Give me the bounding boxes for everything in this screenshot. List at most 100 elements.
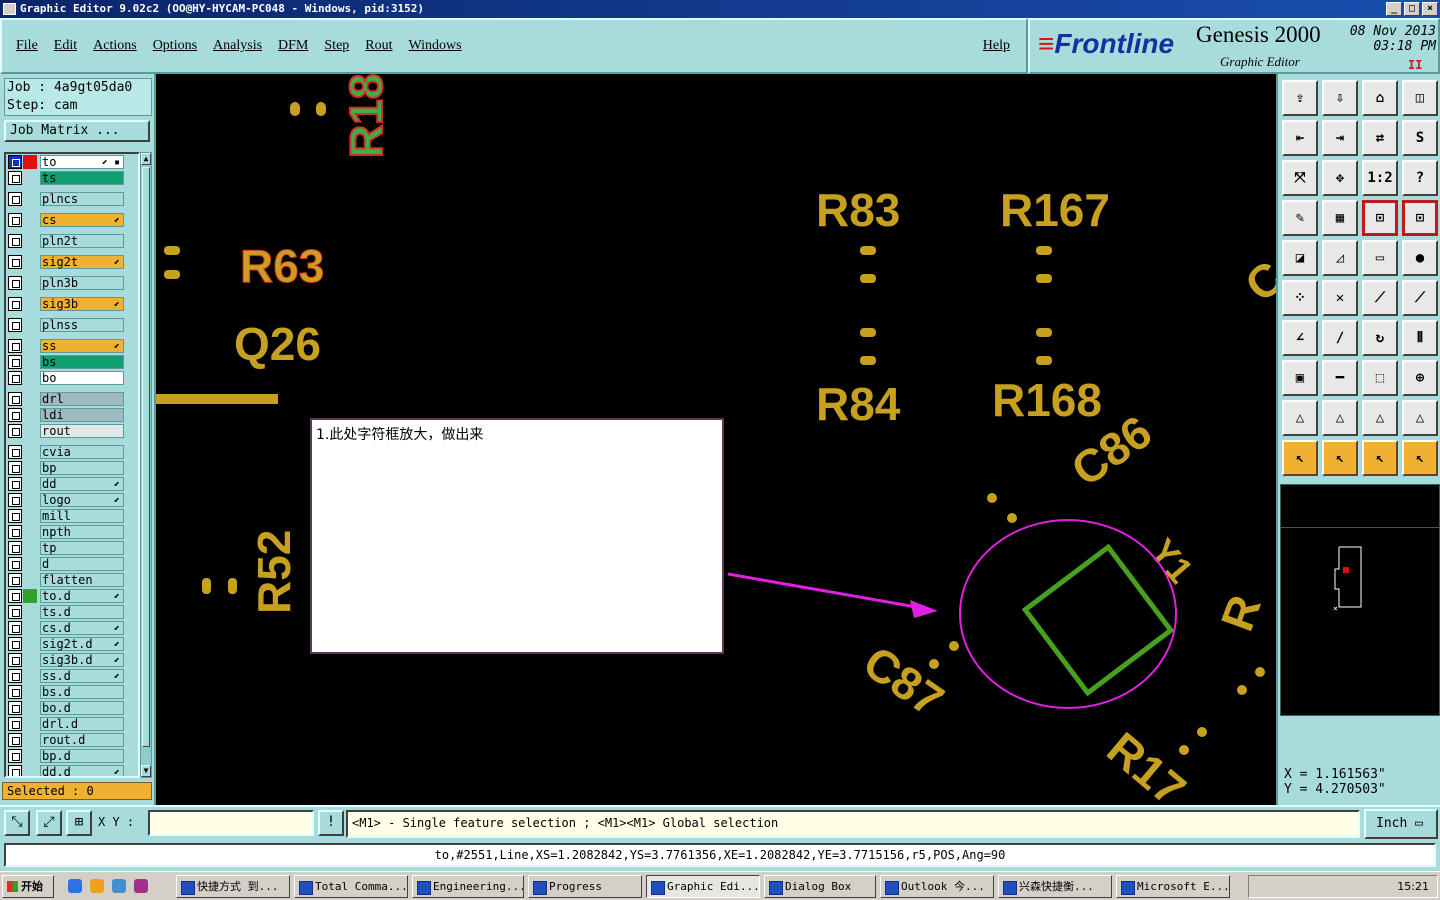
layer-row[interactable]: rout.d — [6, 732, 138, 748]
layer-name[interactable]: pln3b — [40, 276, 124, 290]
layer-toggle[interactable] — [8, 318, 22, 332]
select4-icon[interactable]: ↖ — [1402, 440, 1438, 476]
layer-name[interactable]: npth — [40, 525, 124, 539]
layer-toggle[interactable] — [8, 192, 22, 206]
layer-name[interactable]: rout.d — [40, 733, 124, 747]
layer-color-chip[interactable] — [23, 213, 37, 227]
layer-row[interactable]: bo.d — [6, 700, 138, 716]
taskbar-item[interactable]: 快捷方式 到... — [176, 875, 290, 898]
layer-toggle[interactable] — [8, 509, 22, 523]
layer-color-chip[interactable] — [23, 557, 37, 571]
unit-selector[interactable]: Inch ▭ — [1364, 809, 1438, 839]
layer-name[interactable]: sig2t ⬋ — [40, 255, 124, 269]
layer-toggle[interactable] — [8, 339, 22, 353]
layer-toggle[interactable] — [8, 255, 22, 269]
layer-row[interactable]: ts — [6, 170, 138, 186]
layer-row[interactable]: ldi — [6, 407, 138, 423]
layer-toggle[interactable] — [8, 685, 22, 699]
layer-row[interactable]: ts.d — [6, 604, 138, 620]
menu-dfm[interactable]: DFM — [278, 38, 308, 54]
layer-color-chip[interactable] — [23, 525, 37, 539]
layer-color-chip[interactable] — [23, 509, 37, 523]
layer-color-chip[interactable] — [23, 701, 37, 715]
menu-file[interactable]: File — [16, 38, 38, 54]
slash-icon[interactable]: ∕ — [1322, 320, 1358, 356]
snap-icon[interactable]: ⊡ — [1362, 200, 1398, 236]
layer-row[interactable]: ss ⬋ — [6, 338, 138, 354]
layer-color-chip[interactable] — [23, 297, 37, 311]
measure-icon[interactable]: ⬚ — [1362, 360, 1398, 396]
layer-color-chip[interactable] — [23, 255, 37, 269]
layer-toggle[interactable] — [8, 525, 22, 539]
layer-color-chip[interactable] — [23, 192, 37, 206]
layer-name[interactable]: plncs — [40, 192, 124, 206]
job-matrix-button[interactable]: Job Matrix ... — [4, 120, 150, 142]
explorer-icon[interactable] — [112, 879, 126, 893]
menu-rout[interactable]: Rout — [365, 38, 392, 54]
layer-color-chip[interactable] — [23, 685, 37, 699]
layer-row[interactable]: npth — [6, 524, 138, 540]
layer-color-chip[interactable] — [23, 717, 37, 731]
import-icon[interactable]: ⇩ — [1322, 80, 1358, 116]
line-icon[interactable]: ◿ — [1322, 240, 1358, 276]
zoom-in-button[interactable]: ⤡ — [4, 810, 30, 836]
layer-row[interactable]: sig3b.d ⬋ — [6, 652, 138, 668]
layer-color-chip[interactable] — [23, 653, 37, 667]
arc-icon[interactable]: ⟋ — [1362, 280, 1398, 316]
layer-name[interactable]: ts — [40, 171, 124, 185]
layer-color-chip[interactable] — [23, 733, 37, 747]
layer-toggle[interactable] — [8, 701, 22, 715]
layer-color-chip[interactable] — [23, 589, 37, 603]
ratio-button[interactable]: 1:2 — [1362, 160, 1398, 196]
layer-name[interactable]: d — [40, 557, 124, 571]
layer-row[interactable]: bp.d — [6, 748, 138, 764]
help-icon[interactable]: ? — [1402, 160, 1438, 196]
layer-color-chip[interactable] — [23, 477, 37, 491]
layer-row[interactable]: sig3b ⬋ — [6, 296, 138, 312]
hook-icon[interactable]: ↻ — [1362, 320, 1398, 356]
layer-toggle[interactable] — [8, 408, 22, 422]
layer-toggle[interactable] — [8, 749, 22, 763]
layer-row[interactable]: bp — [6, 460, 138, 476]
layer-color-chip[interactable] — [23, 339, 37, 353]
select3-icon[interactable]: ↖ — [1362, 440, 1398, 476]
layer-name[interactable]: cs.d ⬋ — [40, 621, 124, 635]
layer-name[interactable]: ts.d — [40, 605, 124, 619]
menu-edit[interactable]: Edit — [54, 38, 77, 54]
layer-row[interactable]: logo ⬋ — [6, 492, 138, 508]
layer-toggle[interactable] — [8, 669, 22, 683]
layer-name[interactable]: sig3b.d ⬋ — [40, 653, 124, 667]
layer-row[interactable]: pln3b — [6, 275, 138, 291]
layer-toggle[interactable] — [8, 477, 22, 491]
layer-name[interactable]: plnss — [40, 318, 124, 332]
layer-color-chip[interactable] — [23, 318, 37, 332]
group-icon[interactable]: ⊕ — [1402, 360, 1438, 396]
snap2-icon[interactable]: ⊡ — [1402, 200, 1438, 236]
xy-input[interactable] — [148, 810, 314, 836]
menu-analysis[interactable]: Analysis — [213, 38, 262, 54]
layer-name[interactable]: drl — [40, 392, 124, 406]
layer-toggle[interactable] — [8, 573, 22, 587]
layer-row[interactable]: to ⬋ ▪ — [6, 154, 138, 170]
layer-row[interactable]: cs ⬋ — [6, 212, 138, 228]
layer-name[interactable]: ss.d ⬋ — [40, 669, 124, 683]
layer-color-chip[interactable] — [23, 445, 37, 459]
overview-map[interactable]: × — [1280, 484, 1440, 716]
taskbar-item[interactable]: Dialog Box — [764, 875, 876, 898]
layer-color-chip[interactable] — [23, 424, 37, 438]
layer-color-chip[interactable] — [23, 605, 37, 619]
layer-toggle[interactable] — [8, 276, 22, 290]
layer-row[interactable]: tp — [6, 540, 138, 556]
layer-row[interactable]: drl.d — [6, 716, 138, 732]
layer-color-chip[interactable] — [23, 493, 37, 507]
ruler-icon[interactable]: ▭ — [1362, 240, 1398, 276]
folder-icon[interactable] — [90, 879, 104, 893]
dot-icon[interactable]: ● — [1402, 240, 1438, 276]
layer-row[interactable]: dd ⬋ — [6, 476, 138, 492]
right-icon[interactable]: ⇥ — [1322, 120, 1358, 156]
tri4-icon[interactable]: △ — [1402, 400, 1438, 436]
layer-row[interactable]: plnss — [6, 317, 138, 333]
layer-row[interactable]: rout — [6, 423, 138, 439]
x-icon[interactable] — [134, 879, 148, 893]
layer-name[interactable]: bp.d — [40, 749, 124, 763]
